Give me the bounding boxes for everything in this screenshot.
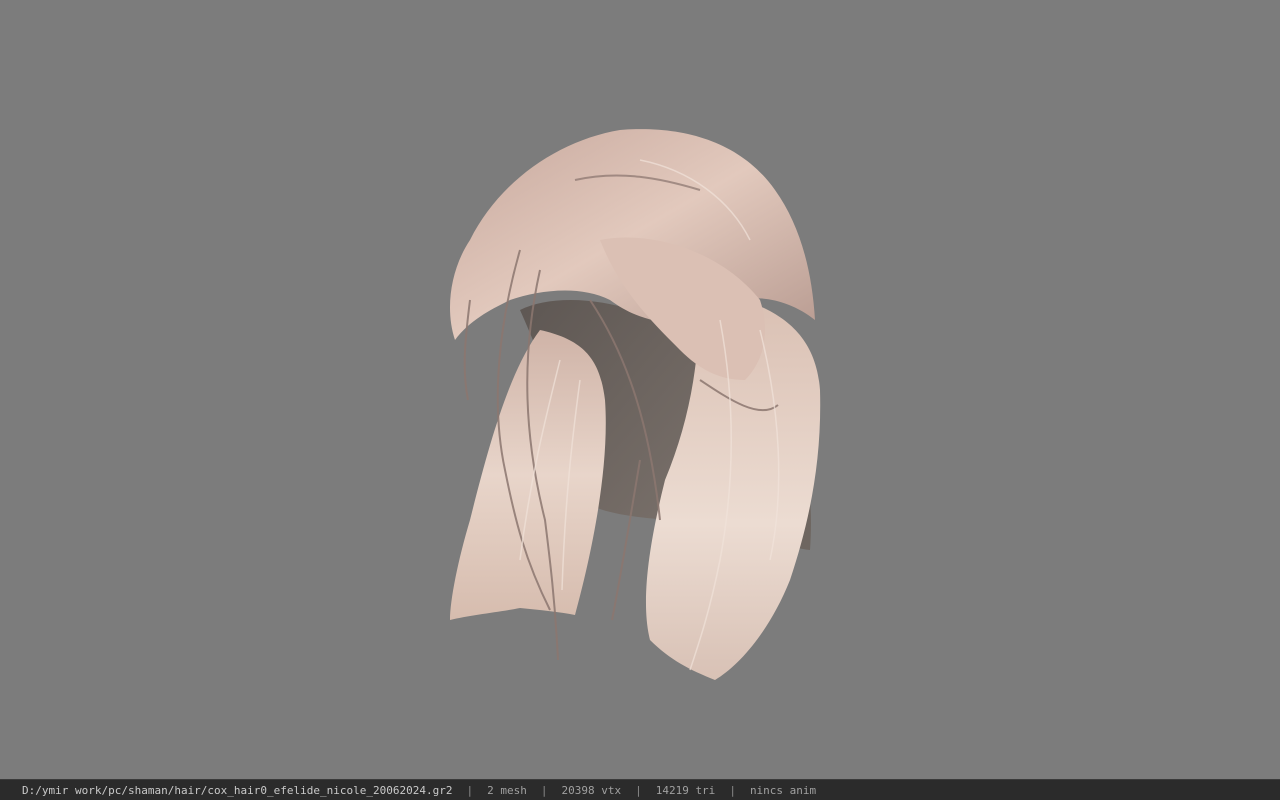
status-triangle-count: 14219 tri <box>655 783 716 797</box>
model-viewport[interactable] <box>0 0 1280 779</box>
status-vertex-count: 20398 vtx <box>561 783 622 797</box>
hair-model <box>450 129 821 680</box>
status-file-path: D:/ymir work/pc/shaman/hair/cox_hair0_ef… <box>22 783 453 797</box>
status-separator: | <box>635 783 642 797</box>
status-bar: D:/ymir work/pc/shaman/hair/cox_hair0_ef… <box>0 779 1280 800</box>
status-animation: nincs anim <box>749 783 817 797</box>
status-separator: | <box>540 783 548 797</box>
status-separator: | <box>729 783 736 797</box>
status-mesh-count: 2 mesh <box>487 783 527 797</box>
status-separator: | <box>466 783 474 797</box>
